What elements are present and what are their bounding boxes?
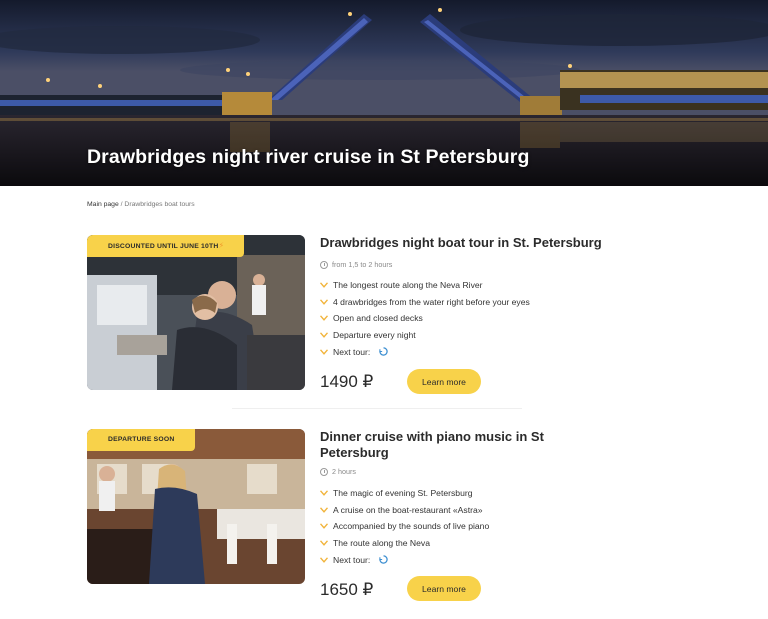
hero-banner: Drawbridges night river cruise in St Pet… <box>0 0 768 186</box>
learn-more-button[interactable]: Learn more <box>407 369 481 394</box>
tour-features: The magic of evening St. Petersburg A cr… <box>320 485 489 568</box>
tour-card-drawbridges[interactable]: DISCOUNTED UNTIL JUNE 10TH⚡ Drawbridges … <box>87 235 607 410</box>
tour-title[interactable]: Drawbridges night boat tour in St. Peter… <box>320 235 610 251</box>
flame-icon: ⚡ <box>218 241 225 250</box>
feature-item: Accompanied by the sounds of live piano <box>320 518 489 535</box>
feature-item: A cruise on the boat-restaurant «Astra» <box>320 502 489 519</box>
couple-on-boat-photo <box>87 235 305 390</box>
check-icon <box>320 315 328 322</box>
tour-photo[interactable]: DEPARTURE SOON <box>87 429 305 584</box>
check-icon <box>320 523 328 530</box>
breadcrumb: Main page / Drawbridges boat tours <box>87 201 195 208</box>
feature-item-next-tour: Next tour: <box>320 551 489 568</box>
restaurant-boat-photo <box>87 429 305 584</box>
tour-card-dinner-cruise[interactable]: DEPARTURE SOON Dinner cruise with piano … <box>87 429 607 619</box>
card-divider <box>232 408 522 409</box>
check-icon <box>320 349 328 355</box>
tour-duration: 2 hours <box>320 467 356 476</box>
loading-spinner-icon <box>379 347 388 356</box>
breadcrumb-home-link[interactable]: Main page <box>87 201 119 208</box>
check-icon <box>320 282 328 289</box>
learn-more-button[interactable]: Learn more <box>407 576 481 601</box>
feature-item-next-tour: Next tour: <box>320 343 530 360</box>
clock-icon <box>320 467 328 476</box>
departure-badge: DEPARTURE SOON <box>87 429 195 451</box>
discount-badge: DISCOUNTED UNTIL JUNE 10TH⚡ <box>87 235 245 257</box>
clock-icon <box>320 260 328 269</box>
check-icon <box>320 490 328 497</box>
feature-item: Open and closed decks <box>320 310 530 327</box>
feature-item: The magic of evening St. Petersburg <box>320 485 489 502</box>
feature-item: Departure every night <box>320 327 530 344</box>
tour-price: 1650 ₽ <box>320 580 374 599</box>
page-title: Drawbridges night river cruise in St Pet… <box>87 146 530 168</box>
check-icon <box>320 540 328 546</box>
feature-item: The longest route along the Neva River <box>320 277 530 294</box>
tour-photo[interactable]: DISCOUNTED UNTIL JUNE 10TH⚡ <box>87 235 305 390</box>
tour-duration: from 1,5 to 2 hours <box>320 260 392 269</box>
tour-features: The longest route along the Neva River 4… <box>320 277 530 360</box>
feature-item: The route along the Neva <box>320 535 489 552</box>
check-icon <box>320 507 328 513</box>
check-icon <box>320 557 328 563</box>
breadcrumb-current: Drawbridges boat tours <box>124 201 195 208</box>
tour-price: 1490 ₽ <box>320 372 374 391</box>
check-icon <box>320 299 328 305</box>
check-icon <box>320 332 328 338</box>
feature-item: 4 drawbridges from the water right befor… <box>320 294 530 311</box>
tour-title[interactable]: Dinner cruise with piano music in St Pet… <box>320 429 610 461</box>
loading-spinner-icon <box>379 555 388 564</box>
